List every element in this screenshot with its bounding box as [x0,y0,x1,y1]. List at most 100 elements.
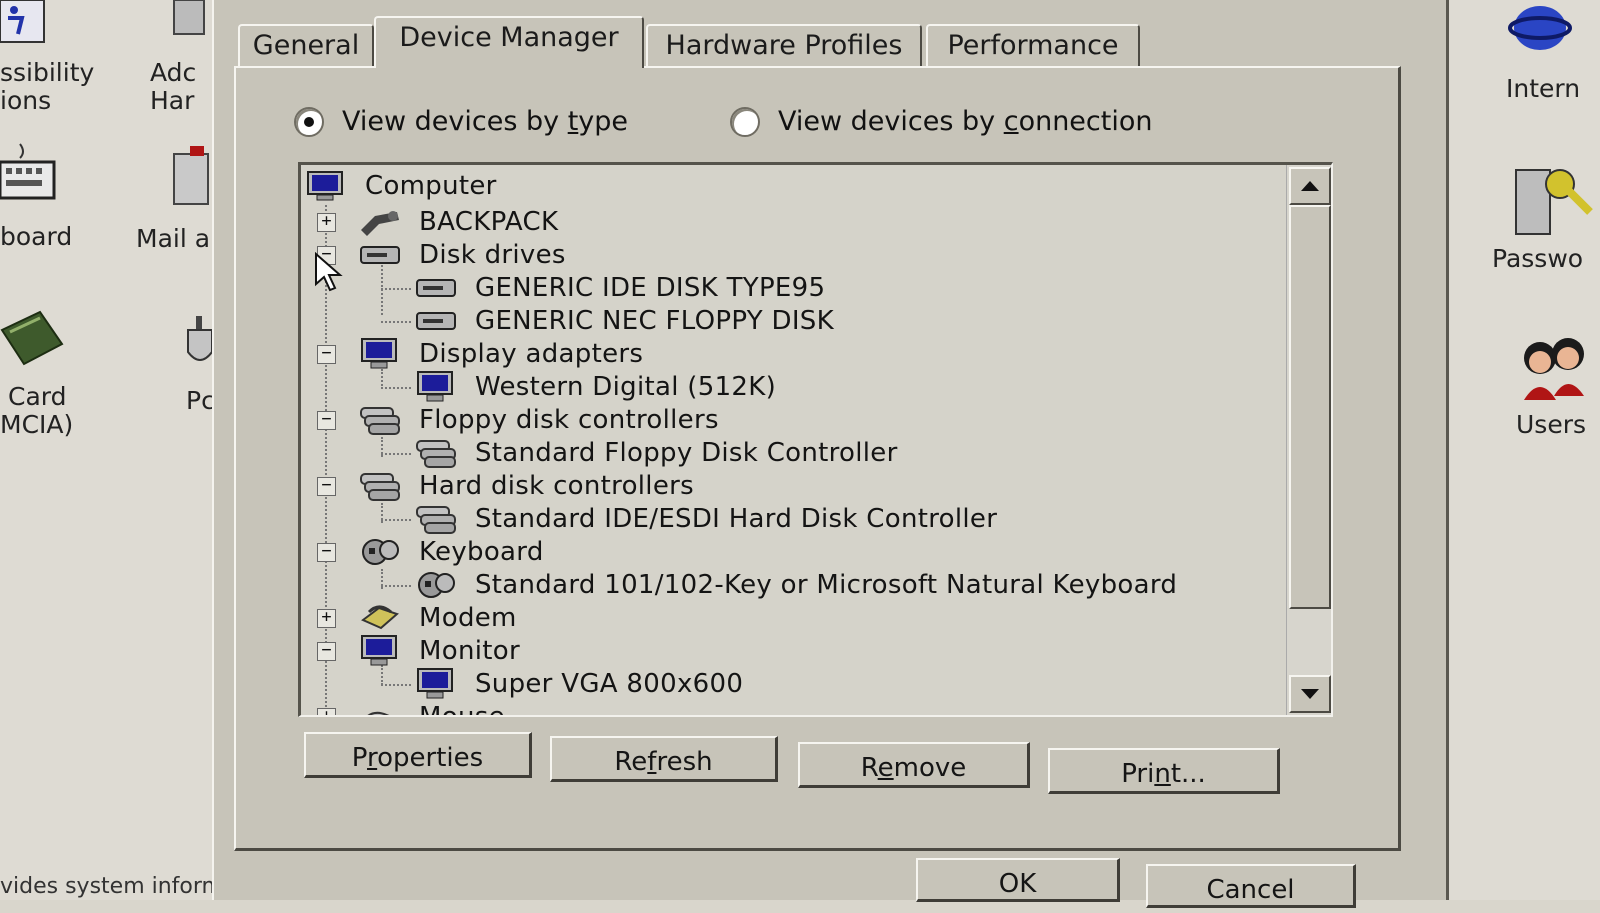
tree-item-label: Super VGA 800x600 [475,669,744,699]
tree-item-generic-ide-disk-type95[interactable]: GENERIC IDE DISK TYPE95 [415,271,825,305]
label-part: t... [1170,759,1206,789]
keyboard-device-icon [362,539,399,565]
tree-connector [381,288,411,290]
add-hardware-icon[interactable] [168,0,208,44]
ok-button[interactable]: OK [916,858,1120,902]
tree-item-label: Disk drives [419,240,566,270]
users-icon[interactable] [1510,334,1594,404]
tree-item-generic-nec-floppy-disk[interactable]: GENERIC NEC FLOPPY DISK [415,304,834,338]
tree-item-backpack[interactable]: BACKPACK [359,205,558,239]
disk-drive-icon [416,279,456,297]
properties-button[interactable]: Properties [304,732,532,778]
collapse-minus-icon[interactable]: − [317,477,336,496]
device-manager-panel: View devices by type View devices by con… [234,66,1401,851]
expand-plus-icon[interactable]: + [317,609,336,628]
collapse-minus-icon[interactable]: − [317,411,336,430]
expand-plus-icon[interactable]: + [317,708,336,715]
tree-connector [381,519,411,521]
controller-icon [416,440,456,468]
tree-item-display-adapters[interactable]: Display adapters [359,337,643,371]
tree-item-label: Mouse [419,702,505,717]
desktop-label-accessibility: ssibility [0,58,95,87]
label-part: move [893,753,967,783]
tab-device-manager[interactable]: Device Manager [374,16,644,68]
tree-item-standard-floppy-disk-controller[interactable]: Standard Floppy Disk Controller [415,436,898,470]
scroll-down-button[interactable] [1289,675,1331,713]
desktop-label-internet: Intern [1506,74,1581,103]
tree-item-keyboard[interactable]: Keyboard [359,535,544,569]
tree-item-computer[interactable]: Computer [305,169,497,203]
desktop-label-accessibility-2: ions [0,86,52,115]
desktop-label-power: Pc [186,386,215,415]
status-bar-text: vides system inform [0,874,223,899]
remove-button[interactable]: Remove [798,742,1030,788]
scroll-up-button[interactable] [1289,167,1331,205]
tree-item-hard-disk-controllers[interactable]: Hard disk controllers [359,469,694,503]
radio-view-by-type[interactable]: View devices by type [294,106,628,137]
label-part: P [351,743,368,773]
collapse-minus-icon[interactable]: − [317,543,336,562]
cancel-button[interactable]: Cancel [1146,864,1356,908]
radio-button[interactable] [730,106,760,137]
label-part: onnection [1018,106,1153,137]
tree-item-standard-ide-esdi-hard-disk-controller[interactable]: Standard IDE/ESDI Hard Disk Controller [415,502,997,536]
monitor-icon [417,668,453,699]
tree-item-label: Standard Floppy Disk Controller [475,438,898,468]
desktop-label-pc-card-2: MCIA) [0,410,74,439]
label-part: operties [377,743,484,773]
accelerator-key: e [877,753,894,783]
monitor-icon [361,635,397,666]
tree-item-monitor[interactable]: Monitor [359,634,520,668]
tab-performance[interactable]: Performance [926,24,1140,66]
tab-hardware-profiles[interactable]: Hardware Profiles [646,24,922,66]
radio-view-by-connection[interactable]: View devices by connection [730,106,1152,137]
mail-icon[interactable] [170,144,212,208]
tree-item-disk-drives[interactable]: Disk drives [359,238,566,272]
refresh-button[interactable]: Refresh [550,736,778,782]
collapse-minus-icon[interactable]: − [317,345,336,364]
collapse-minus-icon[interactable]: − [317,642,336,661]
tree-item-label: Floppy disk controllers [419,405,719,435]
tree-item-label: Keyboard [419,537,544,567]
controller-icon [416,506,456,534]
device-tree[interactable]: Computer BACKPACK + Disk drives − GENERIC ID… [298,162,1333,717]
scroll-thumb[interactable] [1289,205,1331,609]
tree-item-mouse[interactable]: Mouse [359,700,505,717]
tree-item-western-digital-512k[interactable]: Western Digital (512K) [415,370,776,404]
accessibility-icon[interactable] [0,0,46,44]
computer-icon [307,171,343,201]
tree-item-standard-101-102-key-or-microsoft-natural-keyboard[interactable]: Standard 101/102-Key or Microsoft Natura… [415,568,1177,602]
tree-item-modem[interactable]: Modem [359,601,517,635]
mouse-pointer-icon [315,252,343,292]
desktop-label-users: Users [1516,410,1587,439]
accelerator-key: c [1003,106,1019,137]
desktop-label-add-hardware: Adc [150,58,197,87]
tree-item-label: Monitor [419,636,520,666]
expand-plus-icon[interactable]: + [317,213,336,232]
desktop-label-passwords: Passwo [1492,244,1584,273]
label-part: R [860,753,878,783]
tree-item-label: BACKPACK [419,207,559,237]
tree-connector [381,265,383,315]
mouse-icon [367,711,390,715]
tree-item-super-vga-800x600[interactable]: Super VGA 800x600 [415,667,743,701]
keyboard-icon[interactable] [0,142,60,204]
pc-card-icon[interactable] [0,310,64,366]
internet-icon[interactable] [1504,0,1574,64]
passwords-icon[interactable] [1510,160,1594,240]
label-part: View devices by [342,106,568,137]
tree-item-floppy-disk-controllers[interactable]: Floppy disk controllers [359,403,719,437]
radio-dot [304,116,314,127]
arrow-down-icon [1301,689,1319,699]
disk-drive-icon [360,246,400,264]
radio-button-selected[interactable] [294,106,324,137]
tree-vertical-scrollbar[interactable] [1286,165,1331,715]
tree-connector [381,684,411,686]
radio-view-by-type-label: View devices by type [342,106,628,137]
tab-general[interactable]: General [238,24,374,66]
print-button[interactable]: Print... [1048,748,1280,794]
modem-icon [361,605,399,630]
radio-view-by-connection-label: View devices by connection [778,106,1152,137]
label-part: ype [578,106,629,137]
tree-item-label: Standard IDE/ESDI Hard Disk Controller [475,504,998,534]
